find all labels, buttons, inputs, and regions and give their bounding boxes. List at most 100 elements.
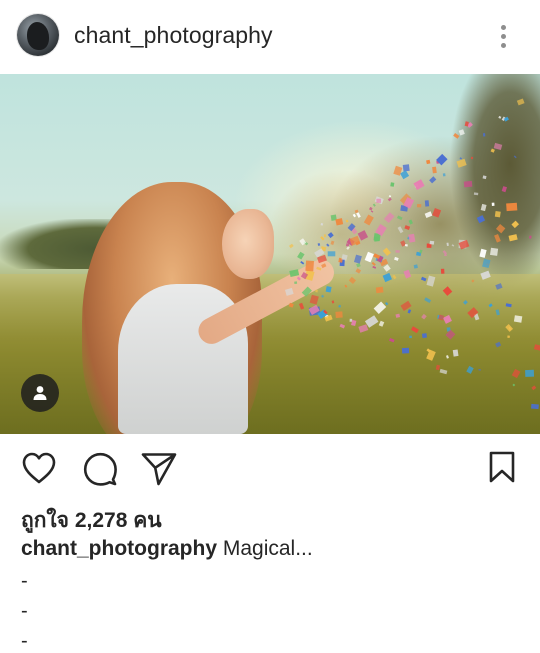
confetti-piece	[382, 272, 392, 283]
caption-line-1: -	[21, 570, 28, 592]
caption-username[interactable]: chant_photography	[21, 537, 217, 560]
confetti-piece	[297, 251, 305, 260]
confetti-piece	[299, 238, 307, 246]
confetti-piece	[327, 251, 336, 257]
likes-count[interactable]: ถูกใจ 2,278 คน	[21, 504, 162, 537]
confetti-piece	[528, 235, 532, 239]
confetti-piece	[513, 315, 523, 323]
confetti-piece	[495, 224, 506, 234]
confetti-piece	[511, 368, 521, 379]
paper-plane-icon[interactable]	[140, 451, 178, 487]
heart-icon[interactable]	[21, 451, 57, 485]
profile-avatar[interactable]	[17, 14, 59, 56]
confetti-piece	[320, 236, 325, 241]
confetti-piece	[446, 242, 449, 247]
confetti-piece	[480, 203, 487, 212]
confetti-piece	[376, 198, 381, 203]
confetti-piece	[400, 300, 412, 312]
confetti-piece	[513, 155, 517, 159]
confetti-piece	[493, 142, 503, 151]
confetti-piece	[373, 301, 387, 314]
person-icon	[33, 386, 47, 400]
confetti-piece	[432, 166, 437, 174]
confetti-piece	[436, 153, 448, 166]
post-photo[interactable]	[0, 74, 540, 434]
confetti-piece	[512, 383, 516, 387]
confetti-piece	[408, 233, 416, 243]
confetti-piece	[373, 236, 380, 242]
confetti-piece	[429, 176, 437, 184]
confetti-piece	[413, 264, 418, 269]
confetti-piece	[483, 133, 486, 137]
post-actions	[0, 434, 540, 498]
confetti-piece	[482, 258, 491, 269]
confetti-piece	[355, 268, 362, 274]
confetti-piece	[533, 344, 540, 351]
confetti-piece	[458, 129, 465, 136]
confetti-piece	[456, 158, 467, 168]
confetti-piece	[352, 213, 357, 218]
confetti-piece	[442, 250, 448, 255]
confetti-piece	[327, 232, 334, 239]
confetti-piece	[372, 265, 377, 269]
confetti-piece	[345, 243, 350, 247]
confetti-piece	[353, 254, 362, 264]
confetti-piece	[429, 240, 435, 245]
more-options-icon[interactable]	[496, 22, 512, 50]
confetti-piece	[320, 223, 324, 226]
confetti-piece	[413, 179, 425, 190]
confetti-piece	[363, 214, 374, 226]
caption-line-2: -	[21, 600, 28, 622]
confetti-piece	[344, 284, 348, 288]
confetti-piece	[494, 211, 501, 218]
confetti-piece	[491, 202, 495, 206]
confetti-piece	[289, 243, 294, 249]
confetti-piece	[300, 261, 305, 265]
confetti-piece	[335, 311, 343, 318]
confetti-piece	[490, 247, 499, 256]
confetti-piece	[501, 186, 508, 193]
confetti-piece	[407, 309, 412, 314]
confetti-piece	[321, 263, 327, 269]
confetti-piece	[424, 200, 430, 207]
caption-line-3: -	[21, 630, 28, 652]
confetti-piece	[316, 266, 322, 271]
tagged-people-button[interactable]	[21, 374, 59, 412]
confetti-piece	[388, 195, 392, 198]
confetti-piece	[490, 148, 495, 153]
confetti-piece	[442, 286, 453, 296]
confetti-piece	[348, 276, 357, 285]
confetti-piece	[397, 226, 404, 234]
confetti-piece	[424, 297, 432, 304]
confetti-piece	[364, 251, 374, 263]
confetti-piece	[356, 212, 361, 218]
confetti-piece	[471, 279, 475, 283]
confetti-piece	[476, 215, 486, 224]
confetti-piece	[445, 329, 456, 340]
confetti-piece	[289, 269, 300, 277]
confetti-piece	[298, 302, 305, 310]
confetti-piece	[516, 98, 525, 106]
confetti-piece	[331, 300, 335, 304]
confetti-piece	[356, 262, 361, 268]
post-username[interactable]: chant_photography	[74, 22, 273, 49]
confetti-piece	[507, 335, 510, 339]
confetti-piece	[401, 347, 410, 354]
confetti-piece	[382, 247, 391, 256]
confetti-piece	[505, 303, 512, 308]
confetti	[284, 98, 540, 410]
confetti-piece	[372, 203, 376, 207]
confetti-piece	[371, 261, 376, 266]
confetti-piece	[395, 250, 400, 253]
bookmark-icon[interactable]	[488, 450, 516, 484]
caption-text: Magical...	[222, 537, 313, 560]
confetti-piece	[305, 260, 314, 272]
confetti-piece	[505, 324, 514, 332]
confetti-piece	[323, 234, 327, 238]
confetti-piece	[288, 302, 294, 308]
comment-bubble-icon[interactable]	[82, 451, 118, 487]
confetti-piece	[426, 159, 431, 165]
confetti-piece	[408, 219, 413, 225]
confetti-piece	[416, 204, 422, 208]
confetti-piece	[420, 276, 427, 282]
